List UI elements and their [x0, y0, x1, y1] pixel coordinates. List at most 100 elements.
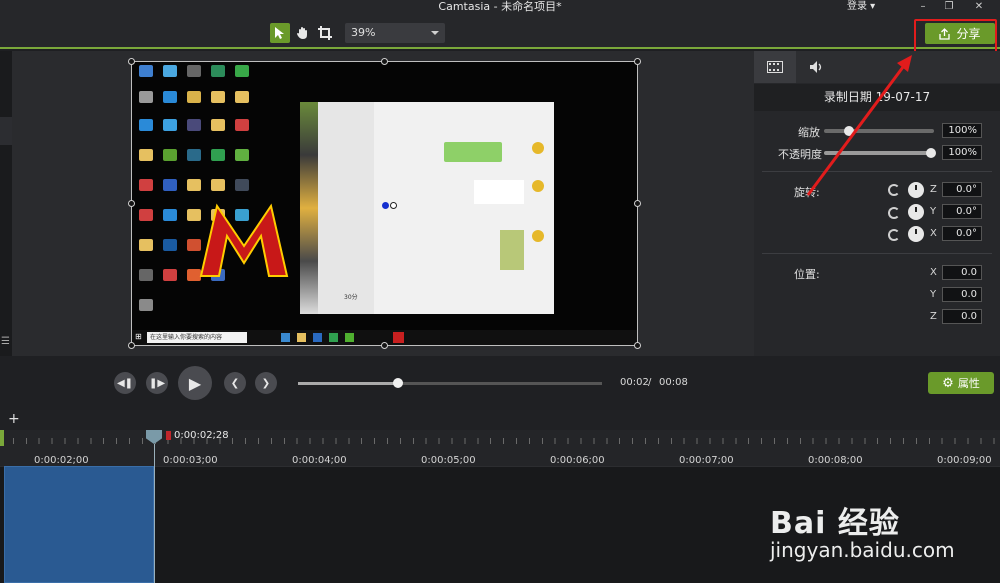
ruler-label: 0:00:04;00: [292, 455, 347, 466]
watermark-logo: Bai 经验: [770, 506, 900, 541]
position-label: 位置:: [794, 268, 820, 281]
playback-bar: ◀❚ ❚▶ ▶ ❮ ❯ 00:02 / 00:08 ⚙ 属性: [0, 356, 1000, 410]
ruler-label: 0:00:06;00: [550, 455, 605, 466]
opacity-label: 不透明度: [778, 148, 822, 161]
resize-handle[interactable]: [128, 58, 135, 65]
watermark-url: jingyan.baidu.com: [770, 538, 955, 562]
position-z-axis: Z: [930, 311, 937, 322]
step-back-icon: ◀❚: [116, 377, 134, 389]
crop-tool-button[interactable]: [315, 23, 335, 43]
ruler-label: 0:00:08;00: [808, 455, 863, 466]
divider: [762, 171, 992, 172]
properties-header: 录制日期 19-07-17: [754, 84, 1000, 111]
scale-slider[interactable]: [824, 129, 934, 133]
step-forward-icon: ❚▶: [148, 377, 166, 389]
ruler-label: 0:00:03;00: [163, 455, 218, 466]
resize-handle[interactable]: [634, 58, 641, 65]
previous-button[interactable]: ❮: [224, 372, 246, 394]
properties-button-label: 属性: [957, 377, 980, 390]
scale-label: 缩放: [798, 126, 820, 139]
list-icon[interactable]: ☰: [1, 336, 10, 347]
pan-tool-button[interactable]: [293, 23, 313, 43]
playhead-time: 0:00:02;28: [174, 430, 229, 441]
close-button[interactable]: ✕: [970, 0, 988, 14]
position-y-axis: Y: [930, 289, 937, 300]
time-separator: /: [648, 377, 652, 388]
rotate-y-icon: [888, 207, 900, 219]
opacity-slider[interactable]: [824, 151, 934, 155]
collapse-tab[interactable]: [0, 117, 12, 145]
media-clip[interactable]: [4, 466, 154, 583]
login-label: 登录: [847, 1, 867, 12]
scrubber-fill: [298, 382, 399, 385]
restore-button[interactable]: ❐: [940, 0, 958, 14]
timeline-header: +: [0, 410, 1000, 430]
play-icon: ▶: [188, 373, 202, 393]
scale-field[interactable]: 100%: [942, 123, 982, 138]
select-tool-button[interactable]: [270, 23, 290, 43]
toolbar: 39% 分享: [0, 16, 1000, 49]
pointer-icon: [275, 27, 284, 39]
rotation-x-field[interactable]: 0.0°: [942, 226, 982, 241]
position-x-axis: X: [930, 267, 937, 278]
rotation-x-axis: X: [930, 228, 937, 239]
play-button[interactable]: ▶: [178, 366, 212, 400]
timeline-start-marker[interactable]: [0, 430, 4, 446]
login-menu[interactable]: 登录 ▾: [847, 0, 875, 14]
rotate-z-icon: [888, 184, 900, 196]
resize-handle[interactable]: [634, 342, 641, 349]
left-rail: ☰: [0, 51, 12, 356]
properties-panel: 录制日期 19-07-17 缩放 100% 不透明度 100% 旋转: Z 0.…: [754, 51, 1000, 356]
step-forward-button[interactable]: ❚▶: [146, 372, 168, 394]
position-z-field[interactable]: 0.0: [942, 309, 982, 324]
ruler-label: 0:00:07;00: [679, 455, 734, 466]
rotation-z-field[interactable]: 0.0°: [942, 182, 982, 197]
playhead-out-marker[interactable]: [166, 431, 171, 440]
rotate-x-icon: [888, 229, 900, 241]
rotation-z-axis: Z: [930, 184, 937, 195]
chevron-left-icon: ❮: [230, 377, 240, 389]
properties-button[interactable]: ⚙ 属性: [928, 372, 994, 394]
position-x-field[interactable]: 0.0: [942, 265, 982, 280]
properties-tabs: [754, 51, 1000, 83]
ruler-label: 0:00:02;00: [34, 455, 89, 466]
scale-slider-knob[interactable]: [844, 126, 854, 136]
opacity-slider-knob[interactable]: [926, 148, 936, 158]
tab-visual[interactable]: [754, 51, 796, 83]
scrubber-knob[interactable]: [393, 378, 404, 388]
gear-icon: ⚙: [942, 375, 954, 391]
resize-handle[interactable]: [634, 200, 641, 207]
step-back-button[interactable]: ◀❚: [114, 372, 136, 394]
scrubber[interactable]: [298, 378, 602, 388]
current-time: 00:02: [620, 377, 649, 388]
selection-frame: [131, 61, 638, 346]
total-time: 00:08: [659, 377, 688, 388]
hand-icon: [297, 27, 307, 39]
resize-handle[interactable]: [128, 200, 135, 207]
rotation-label: 旋转:: [794, 186, 820, 199]
next-button[interactable]: ❯: [255, 372, 277, 394]
minimize-button[interactable]: –: [914, 0, 932, 14]
rotation-y-field[interactable]: 0.0°: [942, 204, 982, 219]
resize-handle[interactable]: [381, 342, 388, 349]
speaker-icon: [810, 61, 822, 73]
zoom-dropdown[interactable]: 39%: [345, 23, 445, 43]
crop-icon: [318, 26, 332, 40]
resize-handle[interactable]: [128, 342, 135, 349]
playhead-line: [154, 444, 155, 583]
zoom-value: 39%: [351, 26, 376, 39]
film-icon: [767, 61, 783, 73]
rotation-z-knob[interactable]: [908, 182, 924, 198]
tab-audio[interactable]: [796, 51, 838, 83]
ruler-label: 0:00:09;00: [937, 455, 992, 466]
divider: [762, 253, 992, 254]
resize-handle[interactable]: [381, 58, 388, 65]
chevron-down-icon: [431, 31, 439, 35]
opacity-field[interactable]: 100%: [942, 145, 982, 160]
add-track-button[interactable]: +: [8, 411, 20, 427]
position-y-field[interactable]: 0.0: [942, 287, 982, 302]
rotation-y-knob[interactable]: [908, 204, 924, 220]
ruler-label: 0:00:05;00: [421, 455, 476, 466]
rotation-x-knob[interactable]: [908, 226, 924, 242]
rotation-y-axis: Y: [930, 206, 937, 217]
